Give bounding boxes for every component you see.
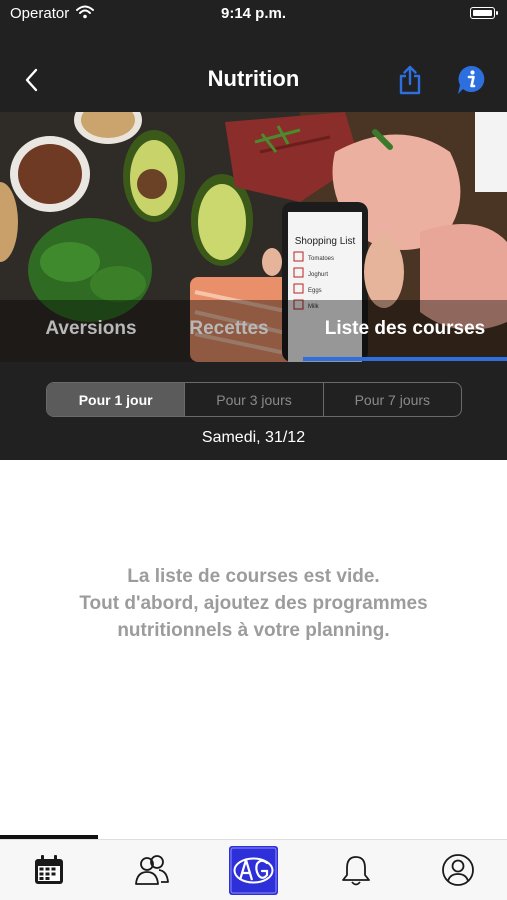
share-button[interactable] bbox=[396, 64, 424, 96]
period-1-day[interactable]: Pour 1 jour bbox=[47, 383, 185, 416]
empty-state-line: La liste de courses est vide. bbox=[127, 566, 380, 587]
tab-recettes[interactable]: Recettes bbox=[168, 318, 290, 344]
tab-liste-des-courses[interactable]: Liste des courses bbox=[305, 318, 505, 344]
tabbar-notifications[interactable] bbox=[336, 850, 376, 890]
info-button[interactable] bbox=[456, 64, 486, 96]
tabbar-calendar[interactable] bbox=[29, 850, 69, 890]
app-logo-icon bbox=[229, 846, 278, 895]
tabbar-profile[interactable] bbox=[438, 850, 478, 890]
tabbar-people[interactable] bbox=[132, 850, 172, 890]
period-7-days[interactable]: Pour 7 jours bbox=[322, 383, 461, 416]
clock-label: 9:14 p.m. bbox=[220, 5, 287, 22]
page-title: Nutrition bbox=[207, 66, 300, 91]
empty-state-line: Tout d'abord, ajoutez des programmes bbox=[79, 593, 428, 614]
phone-list-item: Eggs bbox=[308, 288, 322, 294]
people-icon bbox=[135, 855, 169, 885]
info-icon bbox=[458, 65, 485, 94]
status-bar: Operator 9:14 p.m. bbox=[0, 0, 507, 28]
profile-icon bbox=[442, 854, 474, 886]
active-tab-indicator bbox=[303, 357, 507, 361]
phone-list-item: Joghurt bbox=[308, 272, 328, 278]
phone-list-title: Shopping List bbox=[295, 236, 356, 247]
share-icon bbox=[399, 65, 421, 95]
tab-aversions[interactable]: Aversions bbox=[20, 318, 162, 344]
empty-state-message: La liste de courses est vide. Tout d'abo… bbox=[0, 563, 507, 644]
tabbar-app-logo[interactable] bbox=[229, 846, 278, 895]
period-3-days[interactable]: Pour 3 jours bbox=[184, 383, 322, 416]
bell-icon bbox=[342, 856, 370, 886]
date-label: Samedi, 31/12 bbox=[201, 429, 306, 446]
tab-bar bbox=[0, 839, 507, 900]
phone-list-item: Tomatoes bbox=[308, 256, 334, 262]
battery-icon bbox=[470, 7, 498, 19]
empty-state-line: nutritionnels à votre planning. bbox=[117, 620, 390, 641]
period-segmented-control: Pour 1 jour Pour 3 jours Pour 7 jours bbox=[46, 382, 462, 417]
calendar-icon bbox=[35, 855, 63, 884]
